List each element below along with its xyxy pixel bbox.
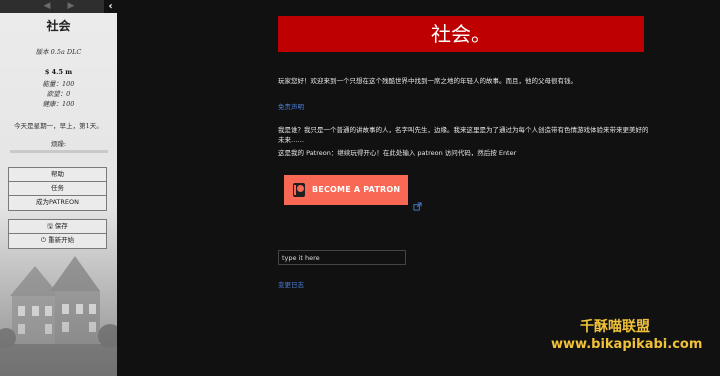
restart-button[interactable]: ⏻ 重新开始 (9, 234, 106, 248)
stat-energy: 能量：100 (42, 80, 75, 88)
cravings-meter (10, 150, 108, 153)
cravings-label: 烦躁: (50, 140, 67, 148)
title-banner: 社会。 (278, 16, 644, 52)
story-title: 社会 (46, 19, 71, 33)
patreon-code-input[interactable] (278, 250, 406, 265)
version-label: 版本 0.5a DLC (35, 48, 82, 56)
external-link-icon[interactable] (413, 202, 422, 211)
stat-desire: 欲望：0 (46, 90, 71, 98)
watermark-url: www.bikapikabi.com (551, 337, 703, 352)
changelog-link[interactable]: 变更日志 (278, 279, 304, 289)
help-button[interactable]: 帮助 (9, 168, 106, 182)
tasks-button[interactable]: 任务 (9, 182, 106, 196)
become-patreon-button[interactable]: 成为PATREON (9, 196, 106, 210)
history-bar: ◀ ▶ (0, 0, 117, 13)
date-line: 今天是星期一，早上，第1天。 (14, 122, 103, 130)
collapse-sidebar-icon[interactable]: ‹ (104, 0, 117, 13)
intro-text: 玩家您好！欢迎来到一个只想在这个残酷世界中找到一席之地的年轻人的故事。而且，他的… (278, 77, 577, 85)
money-value: $ 4.5 m (44, 68, 73, 76)
forward-arrow-icon[interactable]: ▶ (64, 0, 78, 13)
patreon-note-text: 这是我的 Patreon：继续玩得开心！在此处输入 patreon 访问代码，然… (278, 149, 517, 157)
about-text: 我是谁？我只是一个普通的讲故事的人，名字叫先生，边缘。我来这里是为了通过为每个人… (278, 126, 649, 144)
sidebar-menu: 帮助 任务 成为PATREON (8, 167, 107, 211)
become-patron-button[interactable]: BECOME A PATRON (284, 175, 408, 205)
power-icon: ⏻ (40, 236, 47, 244)
stat-health: 健康：100 (42, 100, 75, 108)
back-arrow-icon[interactable]: ◀ (40, 0, 54, 13)
sidebar: ◀ ▶ ‹ 社会 版本 0.5a DLC $ 4.5 m 能量：100 欲望：0… (0, 0, 117, 376)
sidebar-actions: 🖫 保存 ⏻ 重新开始 (8, 219, 107, 249)
patreon-logo-icon (293, 183, 305, 197)
save-button[interactable]: 🖫 保存 (9, 220, 106, 234)
watermark-title: 千酥喵联盟 (580, 319, 650, 335)
disclaimer-link[interactable]: 免责声明 (278, 101, 304, 111)
save-icon: 🖫 (47, 222, 53, 230)
